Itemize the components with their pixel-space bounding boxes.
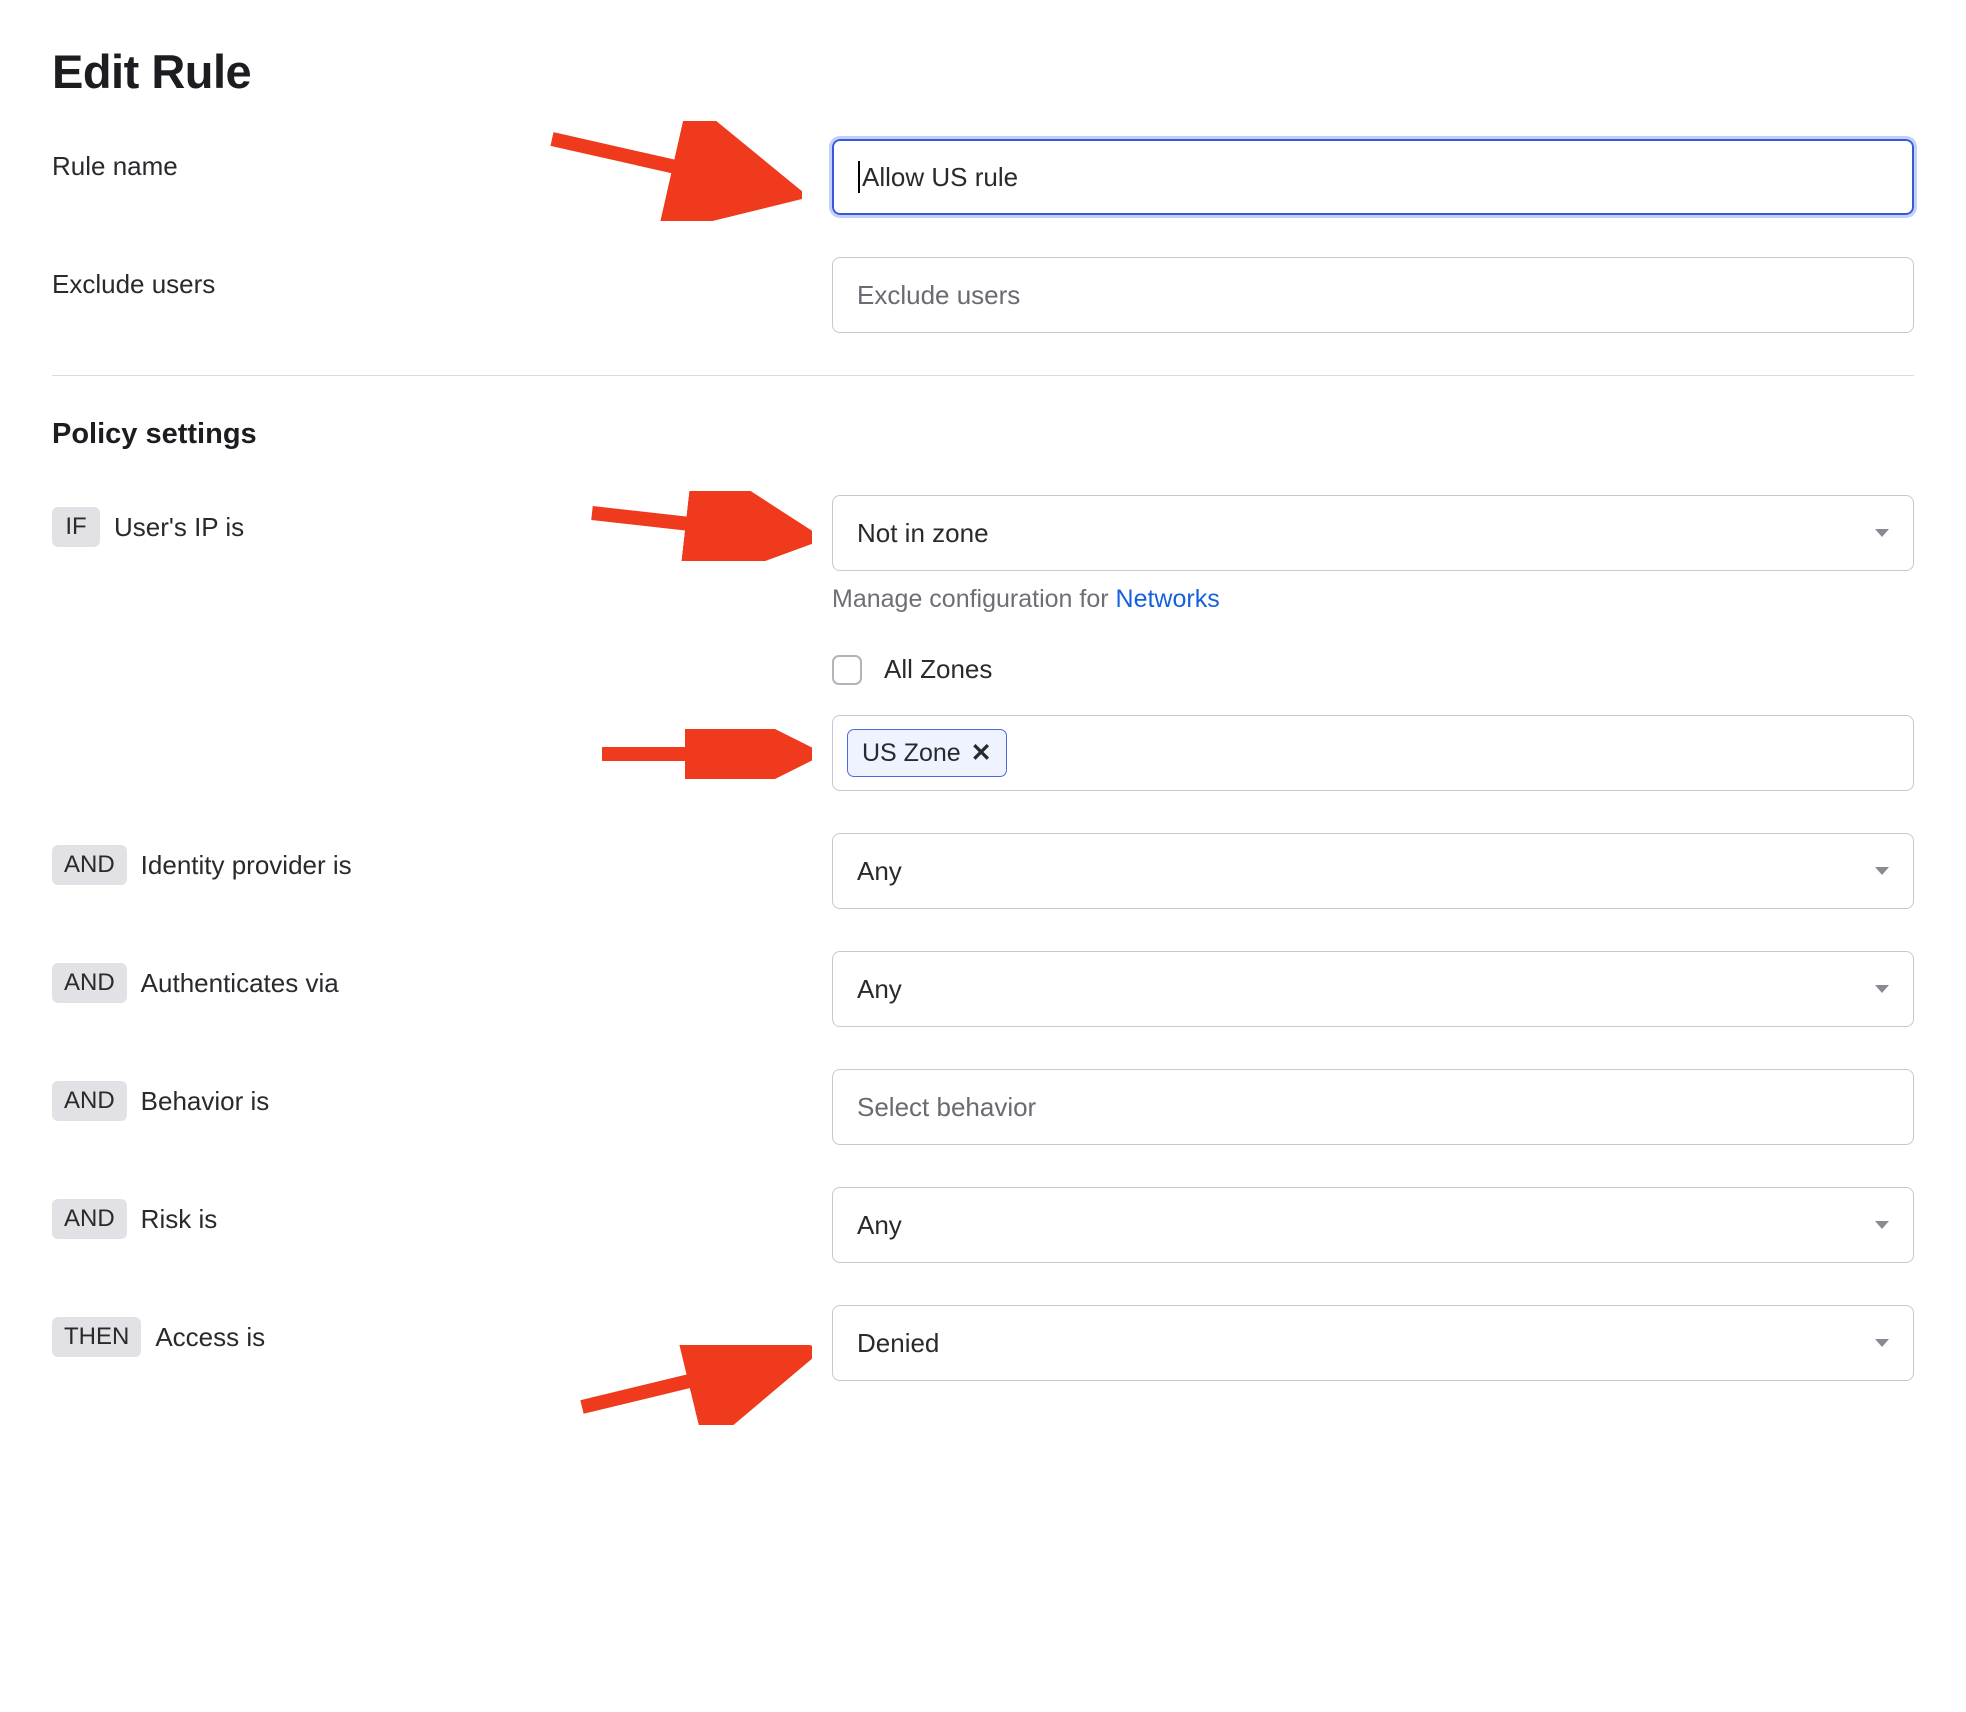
rule-name-input[interactable]: Allow US rule <box>832 139 1914 215</box>
behavior-input[interactable] <box>832 1069 1914 1145</box>
networks-link[interactable]: Networks <box>1116 585 1220 613</box>
exclude-users-input[interactable] <box>832 257 1914 333</box>
all-zones-checkbox[interactable] <box>832 655 862 685</box>
annotation-arrow-icon <box>572 1345 812 1425</box>
ip-zone-select[interactable]: Not in zone <box>832 495 1914 571</box>
all-zones-row: All Zones <box>832 654 1914 685</box>
ip-helper-text: Manage configuration for Networks <box>832 585 1914 614</box>
access-select[interactable]: Denied <box>832 1305 1914 1381</box>
and-badge: AND <box>52 845 127 885</box>
chevron-down-icon <box>1875 529 1889 537</box>
annotation-arrow-icon <box>592 729 812 779</box>
label-auth: Authenticates via <box>141 968 339 999</box>
chevron-down-icon <box>1875 867 1889 875</box>
and-badge: AND <box>52 1199 127 1239</box>
policy-settings-heading: Policy settings <box>52 418 1914 451</box>
text-cursor-icon <box>858 161 860 193</box>
close-icon[interactable]: ✕ <box>971 738 992 768</box>
chevron-down-icon <box>1875 985 1889 993</box>
row-behavior: AND Behavior is <box>52 1069 1914 1145</box>
zone-token-label: US Zone <box>862 739 961 768</box>
section-divider <box>52 375 1914 376</box>
zone-token-us: US Zone ✕ <box>847 729 1007 777</box>
edit-rule-form: Edit Rule Rule name Allow US rule Exclud… <box>0 0 1966 1471</box>
chevron-down-icon <box>1875 1339 1889 1347</box>
risk-value: Any <box>857 1210 902 1241</box>
rule-name-value: Allow US rule <box>862 162 1018 193</box>
row-risk: AND Risk is Any <box>52 1187 1914 1263</box>
risk-select[interactable]: Any <box>832 1187 1914 1263</box>
label-access: Access is <box>155 1322 265 1353</box>
label-ip: User's IP is <box>114 512 244 543</box>
row-zone-tokens: US Zone ✕ <box>52 715 1914 791</box>
auth-select[interactable]: Any <box>832 951 1914 1027</box>
label-risk: Risk is <box>141 1204 218 1235</box>
idp-value: Any <box>857 856 902 887</box>
ip-zone-value: Not in zone <box>857 518 989 549</box>
all-zones-label: All Zones <box>884 654 992 685</box>
if-badge: IF <box>52 507 100 547</box>
label-exclude-users: Exclude users <box>52 257 832 300</box>
chevron-down-icon <box>1875 1221 1889 1229</box>
row-ip: IF User's IP is Not in zone Manage confi… <box>52 495 1914 685</box>
label-rule-name: Rule name <box>52 139 832 182</box>
ip-helper-prefix: Manage configuration for <box>832 585 1116 613</box>
auth-value: Any <box>857 974 902 1005</box>
row-rule-name: Rule name Allow US rule <box>52 139 1914 215</box>
idp-select[interactable]: Any <box>832 833 1914 909</box>
page-title: Edit Rule <box>52 44 1914 99</box>
and-badge: AND <box>52 963 127 1003</box>
then-badge: THEN <box>52 1317 141 1357</box>
row-exclude-users: Exclude users <box>52 257 1914 333</box>
zone-token-input[interactable]: US Zone ✕ <box>832 715 1914 791</box>
label-behavior: Behavior is <box>141 1086 270 1117</box>
row-access: THEN Access is Denied <box>52 1305 1914 1381</box>
row-auth: AND Authenticates via Any <box>52 951 1914 1027</box>
and-badge: AND <box>52 1081 127 1121</box>
label-idp: Identity provider is <box>141 850 352 881</box>
access-value: Denied <box>857 1328 939 1359</box>
row-idp: AND Identity provider is Any <box>52 833 1914 909</box>
